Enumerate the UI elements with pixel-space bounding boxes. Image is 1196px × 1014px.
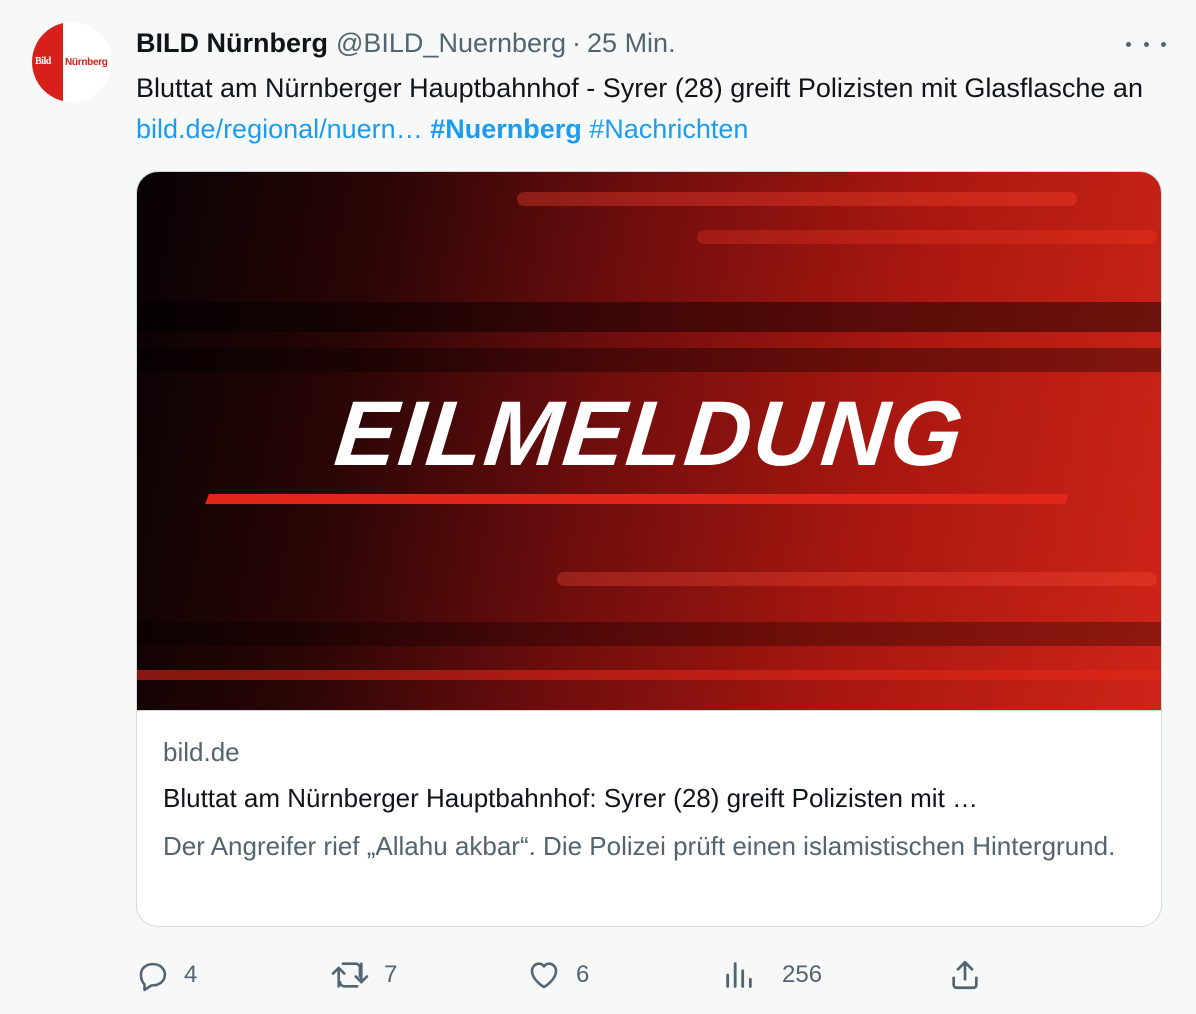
author-handle[interactable]: @BILD_Nuernberg [336,28,566,59]
avatar-brand: Bild [35,56,51,67]
share-icon [948,958,982,992]
hashtag-nuernberg[interactable]: #Nuernberg [430,114,582,144]
views-button[interactable]: 256 [722,950,822,1000]
more-dot [1161,41,1166,47]
more-dot [1143,41,1149,47]
retweet-button[interactable]: 7 [330,950,397,1000]
dark-band [137,348,1161,372]
author-name[interactable]: BILD Nürnberg [136,28,328,59]
timestamp[interactable]: 25 Min. [587,28,676,59]
tweet-text: Bluttat am Nürnberger Hauptbahnhof - Syr… [136,68,1146,150]
action-bar: 4 7 6 256 [0,950,1196,1000]
card-domain: bild.de [163,737,240,767]
separator: · [572,27,582,58]
more-dot [1126,41,1131,47]
share-button[interactable] [948,950,982,1000]
reply-button[interactable]: 4 [136,950,197,1000]
views-count: 256 [782,961,823,988]
tweet-header: BILD Nürnberg @BILD_Nuernberg · 25 Min. [136,26,676,60]
light-streak [137,670,1161,680]
reply-count: 4 [184,961,198,988]
avatar[interactable]: Bild Nürnberg [32,22,112,102]
reply-icon [136,958,170,992]
avatar-city: Nürnberg [65,57,108,68]
link-card[interactable]: EILMELDUNG bild.de Bluttat am Nürnberger… [136,171,1162,927]
tweet-link[interactable]: bild.de/regional/nuern… [136,114,423,144]
headline-underline [205,494,1069,504]
retweet-icon [330,958,370,992]
light-streak [697,230,1157,244]
card-title: Bluttat am Nürnberger Hauptbahnhof: Syre… [163,783,979,813]
dark-band [137,302,1161,332]
card-image-headline: EILMELDUNG [330,383,970,485]
like-button[interactable]: 6 [526,950,589,1000]
light-streak [517,192,1077,206]
light-streak [557,572,1157,586]
tweet-text-body: Bluttat am Nürnberger Hauptbahnhof - Syr… [136,73,1143,103]
views-icon [722,958,756,992]
card-image[interactable]: EILMELDUNG [137,172,1161,710]
card-text[interactable]: bild.de Bluttat am Nürnberger Hauptbahnh… [137,710,1161,926]
retweet-count: 7 [384,961,398,988]
like-count: 6 [576,961,590,988]
hashtag-nachrichten[interactable]: #Nachrichten [589,114,748,144]
like-icon [526,958,562,992]
more-icon[interactable] [1126,30,1166,58]
dark-band [137,622,1161,646]
card-description: Der Angreifer rief „Allahu akbar“. Die P… [163,831,1116,861]
